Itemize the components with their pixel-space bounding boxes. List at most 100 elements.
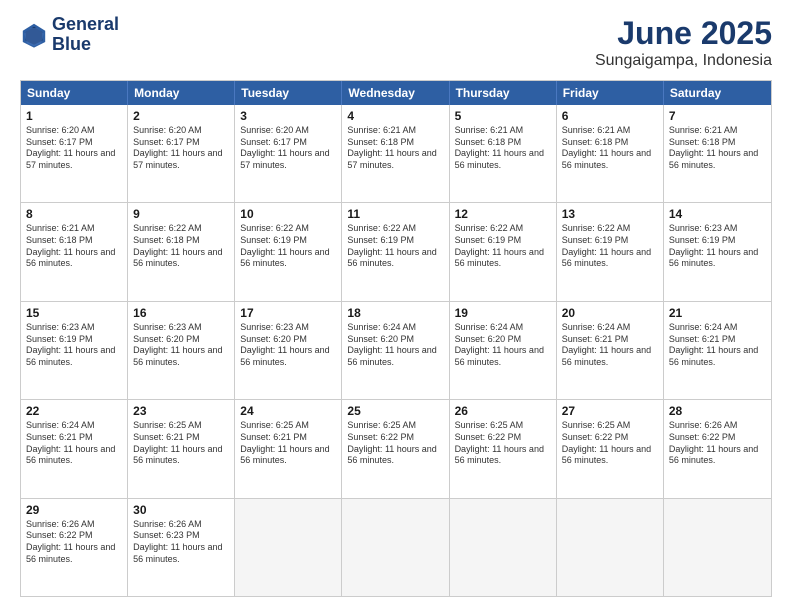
day-number: 21 (669, 306, 766, 320)
day-number: 27 (562, 404, 658, 418)
calendar-day: 18 Sunrise: 6:24 AMSunset: 6:20 PMDayligh… (342, 302, 449, 399)
calendar-day: 9Sunrise: 6:22 AMSunset: 6:18 PMDaylight… (128, 203, 235, 300)
day-info: Sunrise: 6:26 AMSunset: 6:22 PMDaylight:… (669, 420, 766, 467)
calendar-week: 15Sunrise: 6:23 AMSunset: 6:19 PMDayligh… (21, 301, 771, 399)
day-info: Sunrise: 6:25 AMSunset: 6:21 PMDaylight:… (133, 420, 229, 467)
calendar-title: June 2025 (595, 15, 772, 52)
calendar-day: 5Sunrise: 6:21 AMSunset: 6:18 PMDaylight… (450, 105, 557, 202)
day-number: 23 (133, 404, 229, 418)
day-number: 11 (347, 207, 443, 221)
weekday-header: Monday (128, 81, 235, 105)
weekday-header: Friday (557, 81, 664, 105)
calendar-day-empty (450, 499, 557, 596)
calendar-day: 12Sunrise: 6:22 AMSunset: 6:19 PMDayligh… (450, 203, 557, 300)
calendar-day: 27 Sunrise: 6:25 AMSunset: 6:22 PMDayligh… (557, 400, 664, 497)
calendar-day: 4 Sunrise: 6:21 AMSunset: 6:18 PMDaylight… (342, 105, 449, 202)
calendar-week: 8Sunrise: 6:21 AMSunset: 6:18 PMDaylight… (21, 202, 771, 300)
calendar-day: 24Sunrise: 6:25 AMSunset: 6:21 PMDayligh… (235, 400, 342, 497)
calendar-day: 28 Sunrise: 6:26 AMSunset: 6:22 PMDayligh… (664, 400, 771, 497)
calendar-week: 22 Sunrise: 6:24 AMSunset: 6:21 PMDayligh… (21, 399, 771, 497)
day-number: 29 (26, 503, 122, 517)
calendar-day: 25Sunrise: 6:25 AMSunset: 6:22 PMDayligh… (342, 400, 449, 497)
calendar-subtitle: Sungaigampa, Indonesia (595, 52, 772, 70)
day-info: Sunrise: 6:22 AMSunset: 6:19 PMDaylight:… (347, 223, 443, 270)
day-info: Sunrise: 6:24 AMSunset: 6:21 PMDaylight:… (562, 322, 658, 369)
day-number: 2 (133, 109, 229, 123)
day-number: 30 (133, 503, 229, 517)
day-info: Sunrise: 6:21 AMSunset: 6:18 PMDaylight:… (455, 125, 551, 172)
calendar-day: 22 Sunrise: 6:24 AMSunset: 6:21 PMDayligh… (21, 400, 128, 497)
calendar-day: 6 Sunrise: 6:21 AMSunset: 6:18 PMDaylight… (557, 105, 664, 202)
day-info: Sunrise: 6:24 AMSunset: 6:21 PMDaylight:… (669, 322, 766, 369)
day-number: 10 (240, 207, 336, 221)
calendar-day: 11 Sunrise: 6:22 AMSunset: 6:19 PMDayligh… (342, 203, 449, 300)
header: General Blue June 2025 Sungaigampa, Indo… (20, 15, 772, 70)
day-info: Sunrise: 6:22 AMSunset: 6:19 PMDaylight:… (240, 223, 336, 270)
day-info: Sunrise: 6:26 AMSunset: 6:22 PMDaylight:… (26, 519, 122, 566)
calendar-day: 23 Sunrise: 6:25 AMSunset: 6:21 PMDayligh… (128, 400, 235, 497)
calendar-day: 26 Sunrise: 6:25 AMSunset: 6:22 PMDayligh… (450, 400, 557, 497)
day-info: Sunrise: 6:25 AMSunset: 6:22 PMDaylight:… (455, 420, 551, 467)
day-number: 22 (26, 404, 122, 418)
day-number: 25 (347, 404, 443, 418)
logo-text: General Blue (52, 15, 119, 55)
day-info: Sunrise: 6:23 AMSunset: 6:20 PMDaylight:… (240, 322, 336, 369)
calendar-day: 20 Sunrise: 6:24 AMSunset: 6:21 PMDayligh… (557, 302, 664, 399)
day-info: Sunrise: 6:20 AMSunset: 6:17 PMDaylight:… (26, 125, 122, 172)
day-info: Sunrise: 6:26 AMSunset: 6:23 PMDaylight:… (133, 519, 229, 566)
calendar-day: 10 Sunrise: 6:22 AMSunset: 6:19 PMDayligh… (235, 203, 342, 300)
day-info: Sunrise: 6:24 AMSunset: 6:21 PMDaylight:… (26, 420, 122, 467)
calendar-day: 2 Sunrise: 6:20 AMSunset: 6:17 PMDaylight… (128, 105, 235, 202)
day-info: Sunrise: 6:25 AMSunset: 6:21 PMDaylight:… (240, 420, 336, 467)
calendar-day: 1 Sunrise: 6:20 AMSunset: 6:17 PMDaylight… (21, 105, 128, 202)
calendar-day: 3 Sunrise: 6:20 AMSunset: 6:17 PMDaylight… (235, 105, 342, 202)
day-info: Sunrise: 6:23 AMSunset: 6:19 PMDaylight:… (669, 223, 766, 270)
day-number: 1 (26, 109, 122, 123)
day-info: Sunrise: 6:21 AMSunset: 6:18 PMDaylight:… (562, 125, 658, 172)
calendar-day-empty (664, 499, 771, 596)
day-number: 7 (669, 109, 766, 123)
calendar-day: 17 Sunrise: 6:23 AMSunset: 6:20 PMDayligh… (235, 302, 342, 399)
day-number: 26 (455, 404, 551, 418)
calendar-day: 16Sunrise: 6:23 AMSunset: 6:20 PMDayligh… (128, 302, 235, 399)
day-number: 3 (240, 109, 336, 123)
day-info: Sunrise: 6:24 AMSunset: 6:20 PMDaylight:… (347, 322, 443, 369)
day-info: Sunrise: 6:21 AMSunset: 6:18 PMDaylight:… (347, 125, 443, 172)
day-number: 13 (562, 207, 658, 221)
day-number: 15 (26, 306, 122, 320)
day-number: 16 (133, 306, 229, 320)
day-info: Sunrise: 6:22 AMSunset: 6:19 PMDaylight:… (455, 223, 551, 270)
calendar-day: 29 Sunrise: 6:26 AMSunset: 6:22 PMDayligh… (21, 499, 128, 596)
logo: General Blue (20, 15, 119, 55)
calendar-day: 8Sunrise: 6:21 AMSunset: 6:18 PMDaylight… (21, 203, 128, 300)
calendar-day-empty (342, 499, 449, 596)
day-info: Sunrise: 6:25 AMSunset: 6:22 PMDaylight:… (562, 420, 658, 467)
day-info: Sunrise: 6:22 AMSunset: 6:19 PMDaylight:… (562, 223, 658, 270)
weekday-header: Sunday (21, 81, 128, 105)
day-number: 20 (562, 306, 658, 320)
calendar-day-empty (557, 499, 664, 596)
calendar-header: SundayMondayTuesdayWednesdayThursdayFrid… (21, 81, 771, 105)
calendar-day: 30 Sunrise: 6:26 AMSunset: 6:23 PMDayligh… (128, 499, 235, 596)
day-number: 18 (347, 306, 443, 320)
day-number: 28 (669, 404, 766, 418)
calendar-week: 29 Sunrise: 6:26 AMSunset: 6:22 PMDayligh… (21, 498, 771, 596)
day-number: 17 (240, 306, 336, 320)
weekday-header: Wednesday (342, 81, 449, 105)
title-block: June 2025 Sungaigampa, Indonesia (595, 15, 772, 70)
calendar-day: 13 Sunrise: 6:22 AMSunset: 6:19 PMDayligh… (557, 203, 664, 300)
calendar-day: 7Sunrise: 6:21 AMSunset: 6:18 PMDaylight… (664, 105, 771, 202)
day-info: Sunrise: 6:20 AMSunset: 6:17 PMDaylight:… (240, 125, 336, 172)
day-info: Sunrise: 6:20 AMSunset: 6:17 PMDaylight:… (133, 125, 229, 172)
day-number: 6 (562, 109, 658, 123)
calendar-day: 19 Sunrise: 6:24 AMSunset: 6:20 PMDayligh… (450, 302, 557, 399)
day-info: Sunrise: 6:21 AMSunset: 6:18 PMDaylight:… (26, 223, 122, 270)
day-number: 19 (455, 306, 551, 320)
calendar-day-empty (235, 499, 342, 596)
calendar-body: 1 Sunrise: 6:20 AMSunset: 6:17 PMDaylight… (21, 105, 771, 596)
day-number: 4 (347, 109, 443, 123)
weekday-header: Tuesday (235, 81, 342, 105)
calendar-week: 1 Sunrise: 6:20 AMSunset: 6:17 PMDaylight… (21, 105, 771, 202)
day-info: Sunrise: 6:24 AMSunset: 6:20 PMDaylight:… (455, 322, 551, 369)
weekday-header: Thursday (450, 81, 557, 105)
